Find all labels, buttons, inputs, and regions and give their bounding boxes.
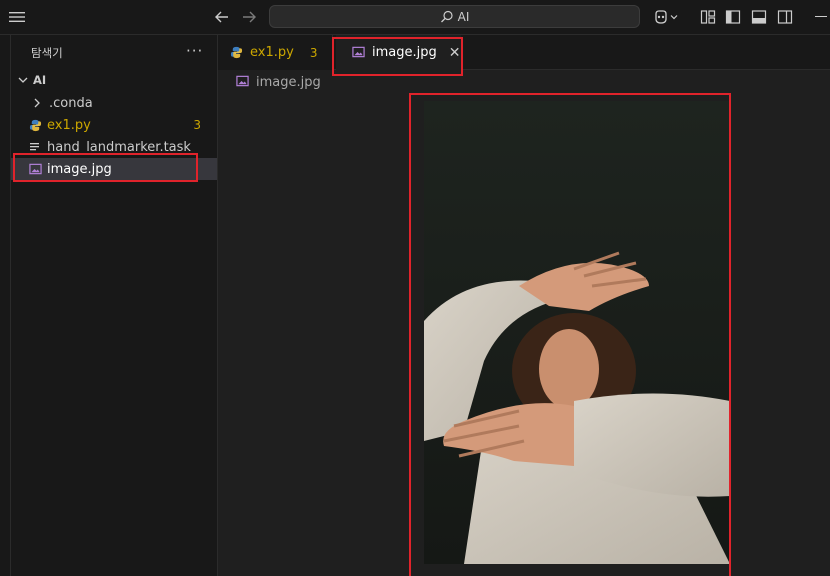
copilot-icon — [655, 10, 667, 24]
minimize-button[interactable] — [815, 16, 827, 17]
image-file-icon — [28, 162, 42, 176]
explorer-title: 탐색기 — [31, 46, 63, 60]
close-icon[interactable]: ✕ — [449, 45, 461, 61]
breadcrumb-item[interactable]: image.jpg — [256, 75, 321, 90]
command-center-search[interactable]: AI — [269, 5, 640, 28]
toggle-secondary-sidebar-icon[interactable] — [777, 9, 793, 25]
search-icon — [440, 10, 453, 22]
image-preview — [424, 101, 730, 564]
search-text: AI — [457, 9, 470, 24]
tree-item-ex1-py[interactable]: ex1.py 3 — [11, 114, 217, 136]
tree-item-image-jpg[interactable]: image.jpg — [11, 158, 217, 180]
copilot-menu[interactable] — [653, 8, 679, 26]
tab-label: image.jpg — [372, 45, 437, 60]
chevron-down-icon — [18, 77, 28, 83]
explorer-sidebar: 탐색기 ··· AI .conda ex1.py 3 hand_landmark… — [11, 35, 218, 576]
tree-item-label: ex1.py — [47, 117, 91, 133]
problem-count-badge: 3 — [193, 118, 201, 132]
title-bar: AI — [0, 0, 830, 35]
tree-item-label: image.jpg — [47, 161, 112, 177]
tab-ex1-py[interactable]: ex1.py 3 — [218, 35, 333, 70]
problem-count-badge: 3 — [309, 45, 318, 60]
editor-tab-bar: ex1.py 3 image.jpg ✕ — [218, 35, 830, 70]
explorer-more-actions[interactable]: ··· — [186, 42, 203, 60]
chevron-right-icon — [30, 96, 44, 110]
python-file-icon — [28, 118, 42, 132]
arrow-right-icon[interactable] — [240, 8, 258, 26]
root-folder-label: AI — [33, 73, 47, 87]
toggle-primary-sidebar-icon[interactable] — [725, 9, 741, 25]
image-file-icon — [236, 75, 250, 89]
customize-layout-icon[interactable] — [700, 9, 716, 25]
tab-image-jpg[interactable]: image.jpg ✕ — [336, 35, 461, 70]
menu-icon[interactable] — [8, 9, 26, 25]
image-file-icon — [352, 46, 366, 60]
breadcrumb: image.jpg — [236, 72, 321, 92]
tree-item-label: .conda — [49, 95, 93, 111]
tree-item-conda-folder[interactable]: .conda — [11, 92, 217, 114]
tab-label: ex1.py — [250, 45, 294, 60]
python-file-icon — [230, 46, 244, 60]
tree-item-label: hand_landmarker.task — [47, 139, 191, 155]
activity-bar — [0, 35, 11, 576]
arrow-left-icon[interactable] — [213, 8, 231, 26]
text-file-icon — [28, 140, 42, 154]
chevron-down-icon — [670, 15, 678, 20]
workspace-root-folder[interactable]: AI — [17, 73, 46, 87]
tree-item-hand-landmarker-task[interactable]: hand_landmarker.task — [11, 136, 217, 158]
toggle-panel-icon[interactable] — [751, 9, 767, 25]
